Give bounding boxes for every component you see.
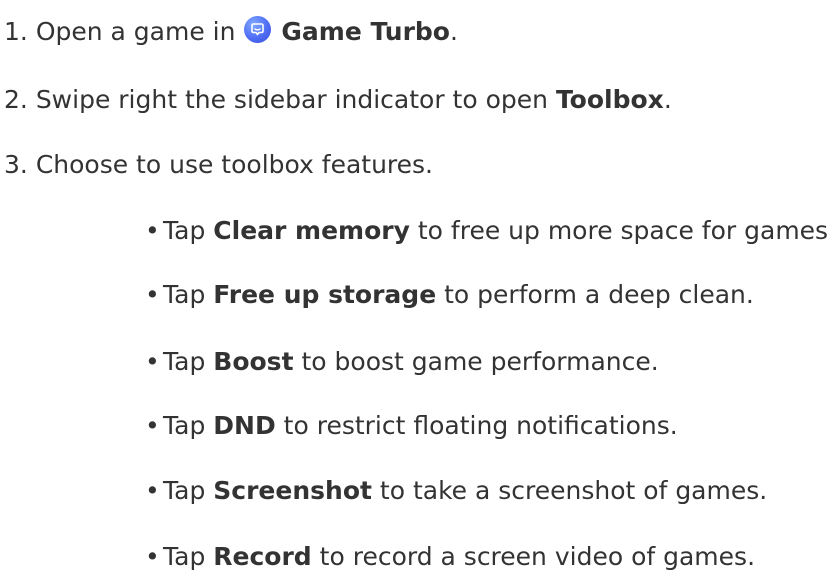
bullet-dnd: • Tap DND to restrict floating notificati… (145, 406, 678, 446)
step-number: 1. (4, 17, 28, 46)
instructions-page: 1. Open a game in Game Turbo. 2. Swipe r… (0, 0, 827, 583)
bullet-dot: • (145, 542, 160, 571)
feature-name: DND (213, 411, 276, 440)
bullet-screenshot: • Tap Screenshot to take a screenshot of … (145, 471, 767, 511)
feature-name: Boost (213, 347, 294, 376)
step-text: Open a game in (35, 17, 236, 46)
bullet-dot: • (145, 280, 160, 309)
bullet-dot: • (145, 216, 160, 245)
step-text: Swipe right the sidebar indicator to ope… (35, 85, 548, 114)
game-turbo-icon (244, 16, 272, 43)
feature-name: Clear memory (213, 216, 410, 245)
feature-name: Screenshot (213, 476, 372, 505)
bullet-dot: • (145, 476, 160, 505)
step-punctuation: . (663, 85, 672, 114)
bullet-free-up-storage: • Tap Free up storage to perform a deep c… (145, 275, 754, 315)
bullet-dot: • (145, 411, 160, 440)
bullet-clear-memory: • Tap Clear memory to free up more space … (145, 211, 827, 251)
feature-name: Record (213, 542, 312, 571)
step-2: 2. Swipe right the sidebar indicator to … (4, 80, 672, 120)
toolbox-label: Toolbox (555, 85, 664, 114)
step-text: Choose to use toolbox features. (35, 150, 434, 179)
feature-name: Free up storage (213, 280, 437, 309)
bullet-dot: • (145, 347, 160, 376)
step-number: 3. (4, 150, 28, 179)
step-1: 1. Open a game in Game Turbo. (4, 12, 458, 52)
game-turbo-label: Game Turbo (281, 17, 450, 46)
step-punctuation: . (449, 17, 458, 46)
step-number: 2. (4, 85, 28, 114)
bullet-record: • Tap Record to record a screen video of … (145, 537, 755, 577)
step-3: 3. Choose to use toolbox features. (4, 145, 433, 185)
bullet-boost: • Tap Boost to boost game performance. (145, 342, 659, 382)
